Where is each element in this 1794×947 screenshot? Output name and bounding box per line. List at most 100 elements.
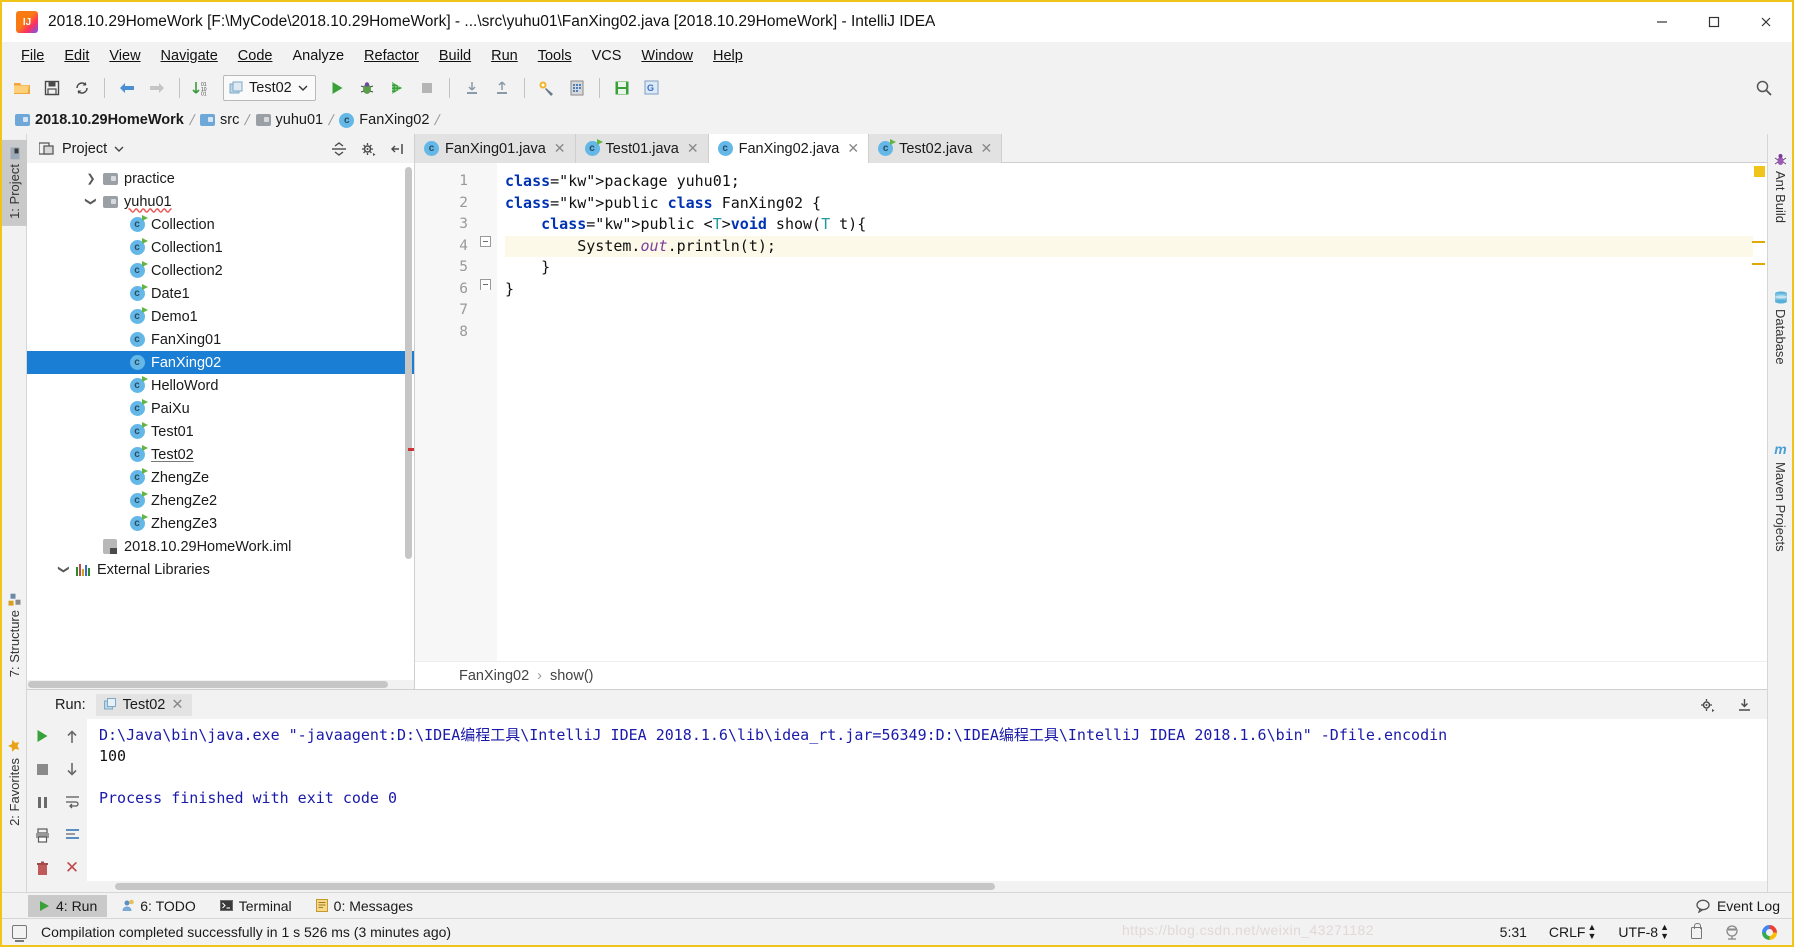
print-icon[interactable] bbox=[30, 824, 54, 846]
down-arrow-icon[interactable] bbox=[60, 758, 84, 780]
menu-code[interactable]: Code bbox=[228, 45, 283, 67]
soft-wrap-icon[interactable] bbox=[60, 791, 84, 813]
tool-window-todo[interactable]: 6: TODO bbox=[111, 895, 206, 917]
run-configuration-tab[interactable]: Test02 ✕ bbox=[95, 693, 192, 716]
stop-button[interactable] bbox=[413, 75, 441, 101]
sidebar-item-maven-projects[interactable]: m Maven Projects bbox=[1768, 434, 1793, 559]
breadcrumb-item-src[interactable]: src bbox=[196, 111, 243, 129]
editor-tab-fanxing01-java[interactable]: c FanXing01.java ✕ bbox=[415, 134, 576, 163]
menu-analyze[interactable]: Analyze bbox=[282, 45, 354, 67]
sidebar-item-ant-build[interactable]: Ant Build bbox=[1768, 146, 1793, 230]
menu-window[interactable]: Window bbox=[631, 45, 703, 67]
forward-icon[interactable] bbox=[143, 75, 171, 101]
console-horizontal-scrollbar[interactable] bbox=[27, 881, 1767, 892]
editor-breadcrumb-class[interactable]: FanXing02 bbox=[459, 668, 529, 684]
tree-node-helloword[interactable]: c HelloWord bbox=[27, 374, 414, 397]
project-tree[interactable]: ❯ practice ❯ yuhu01 c Collection c Collection1 c… bbox=[27, 163, 414, 680]
tree-node-paixu[interactable]: c PaiXu bbox=[27, 397, 414, 420]
search-everywhere-icon[interactable] bbox=[1750, 75, 1778, 101]
code-editor[interactable]: 12345678 class="kw">package yuhu01; class… bbox=[415, 163, 1767, 661]
menu-navigate[interactable]: Navigate bbox=[151, 45, 228, 67]
tree-node-fanxing01[interactable]: c FanXing01 bbox=[27, 328, 414, 351]
menu-view[interactable]: View bbox=[99, 45, 150, 67]
update-project-icon[interactable] bbox=[458, 75, 486, 101]
event-log-button[interactable]: Event Log bbox=[1684, 895, 1792, 917]
tree-node-zhengze2[interactable]: c ZhengZe2 bbox=[27, 489, 414, 512]
close-tab-icon[interactable]: ✕ bbox=[847, 140, 859, 157]
close-tab-icon[interactable]: ✕ bbox=[687, 140, 699, 157]
up-arrow-icon[interactable] bbox=[60, 725, 84, 747]
close-console-icon[interactable]: ✕ bbox=[60, 857, 84, 879]
run-configuration-selector[interactable]: Test02 bbox=[223, 74, 316, 101]
gear-icon[interactable] bbox=[357, 138, 379, 160]
project-horizontal-scrollbar[interactable] bbox=[27, 680, 414, 689]
breadcrumb-item-class[interactable]: c FanXing02 bbox=[335, 111, 433, 129]
menu-run[interactable]: Run bbox=[481, 45, 528, 67]
rerun-icon[interactable] bbox=[30, 725, 54, 747]
save-all-icon[interactable] bbox=[38, 75, 66, 101]
project-structure-icon[interactable] bbox=[563, 75, 591, 101]
stop-process-icon[interactable] bbox=[30, 758, 54, 780]
tool-window-run[interactable]: 4: Run bbox=[28, 894, 108, 917]
tree-twisty-icon[interactable]: ❯ bbox=[85, 193, 98, 211]
tree-node-collection[interactable]: c Collection bbox=[27, 213, 414, 236]
hide-run-panel-icon[interactable] bbox=[1729, 694, 1759, 716]
tree-node-collection2[interactable]: c Collection2 bbox=[27, 259, 414, 282]
tree-node-external-libraries[interactable]: ❯ External Libraries bbox=[27, 558, 414, 581]
tree-node-demo1[interactable]: c Demo1 bbox=[27, 305, 414, 328]
breadcrumb-item-project[interactable]: 2018.10.29HomeWork bbox=[11, 111, 188, 129]
tree-node-practice[interactable]: ❯ practice bbox=[27, 167, 414, 190]
open-folder-icon[interactable] bbox=[8, 75, 36, 101]
close-tab-icon[interactable]: ✕ bbox=[554, 140, 566, 157]
google-status-icon[interactable] bbox=[1755, 924, 1784, 940]
sync-icon[interactable] bbox=[68, 75, 96, 101]
fold-marker-4[interactable] bbox=[480, 236, 491, 247]
tool-window-messages[interactable]: 0: Messages bbox=[306, 895, 423, 917]
scroll-to-end-icon[interactable] bbox=[60, 824, 84, 846]
editor-tab-fanxing02-java[interactable]: c FanXing02.java ✕ bbox=[708, 134, 870, 163]
pause-output-icon[interactable] bbox=[30, 791, 54, 813]
close-icon[interactable]: ✕ bbox=[171, 697, 183, 713]
tree-node-2018-10-29homework-iml[interactable]: 2018.10.29HomeWork.iml bbox=[27, 535, 414, 558]
code-folding-column[interactable] bbox=[475, 163, 497, 661]
save-icon[interactable] bbox=[608, 75, 636, 101]
editor-tab-test01-java[interactable]: c Test01.java ✕ bbox=[575, 134, 709, 163]
gear-icon-run[interactable] bbox=[1695, 694, 1719, 716]
sidebar-item-favorites[interactable]: 2: Favorites bbox=[2, 732, 27, 833]
debug-button[interactable] bbox=[353, 75, 381, 101]
menu-edit[interactable]: Edit bbox=[54, 45, 99, 67]
collapse-all-icon[interactable] bbox=[328, 138, 350, 160]
menu-vcs[interactable]: VCS bbox=[582, 45, 632, 67]
menu-build[interactable]: Build bbox=[429, 45, 481, 67]
settings-icon[interactable] bbox=[533, 75, 561, 101]
tree-node-date1[interactable]: c Date1 bbox=[27, 282, 414, 305]
trash-icon[interactable] bbox=[30, 857, 54, 879]
project-dropdown-icon[interactable] bbox=[114, 145, 124, 153]
minimize-button[interactable] bbox=[1636, 2, 1688, 42]
sidebar-item-structure[interactable]: 7: Structure bbox=[2, 586, 27, 684]
tree-node-collection1[interactable]: c Collection1 bbox=[27, 236, 414, 259]
menu-file[interactable]: File bbox=[11, 45, 54, 67]
menu-refactor[interactable]: Refactor bbox=[354, 45, 429, 67]
fold-marker-6[interactable] bbox=[480, 279, 491, 290]
editor-breadcrumb-method[interactable]: show() bbox=[550, 668, 594, 684]
file-encoding[interactable]: UTF-8 ▲ ▼ bbox=[1611, 923, 1676, 941]
error-stripe-lane[interactable] bbox=[1752, 163, 1767, 661]
google-search-icon[interactable]: G bbox=[638, 75, 666, 101]
hide-panel-icon[interactable] bbox=[386, 138, 408, 160]
tool-window-terminal[interactable]: Terminal bbox=[210, 895, 302, 917]
editor-tab-test02-java[interactable]: c Test02.java ✕ bbox=[869, 134, 1003, 163]
back-icon[interactable] bbox=[113, 75, 141, 101]
commit-icon[interactable] bbox=[488, 75, 516, 101]
code-text[interactable]: class="kw">package yuhu01; class="kw">pub… bbox=[497, 163, 1753, 661]
menu-help[interactable]: Help bbox=[703, 45, 753, 67]
caret-position[interactable]: 5:31 bbox=[1493, 924, 1534, 940]
console-output[interactable]: D:\Java\bin\java.exe "-javaagent:D:\IDEA… bbox=[87, 719, 1767, 881]
run-button[interactable] bbox=[323, 75, 351, 101]
maximize-button[interactable] bbox=[1688, 2, 1740, 42]
tree-node-zhengze[interactable]: c ZhengZe bbox=[27, 466, 414, 489]
memory-indicator[interactable] bbox=[1717, 924, 1747, 940]
close-button[interactable] bbox=[1740, 2, 1792, 42]
tree-node-fanxing02[interactable]: c FanXing02 bbox=[27, 351, 414, 374]
read-only-toggle[interactable] bbox=[1684, 923, 1709, 939]
